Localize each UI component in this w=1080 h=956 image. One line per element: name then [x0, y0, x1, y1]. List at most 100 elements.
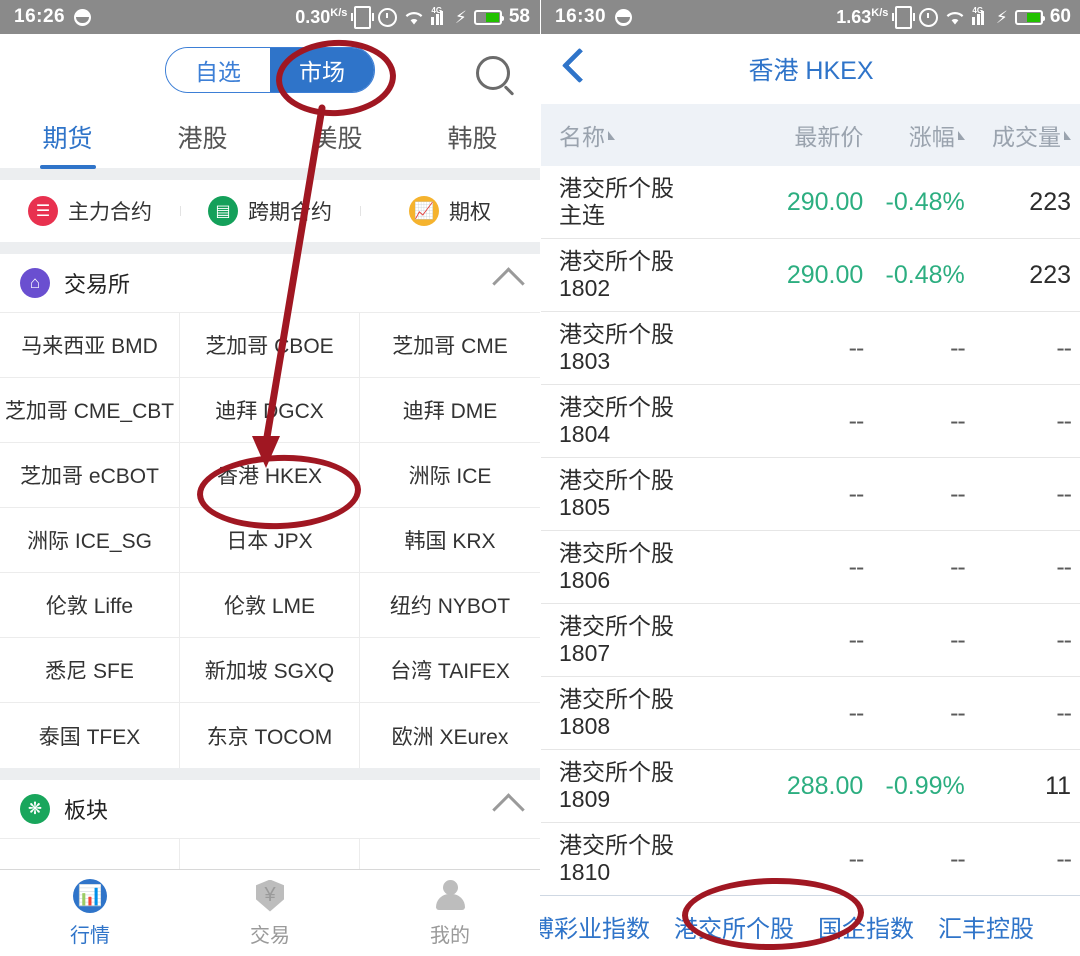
row-name: 港交所个股 1809	[559, 758, 674, 812]
table-row[interactable]: 港交所个股 1808 -- -- --	[541, 677, 1080, 750]
exchange-cell[interactable]: 洲际 ICE	[360, 443, 540, 508]
quick-actions-row: ☰ 主力合约 ▤ 跨期合约 📈 期权	[0, 180, 540, 242]
exchange-cell[interactable]: 洲际 ICE_SG	[0, 508, 180, 573]
row-price: --	[848, 479, 865, 508]
bottom-tab-trade[interactable]: ¥ 交易	[180, 870, 360, 956]
exchange-cell[interactable]: 泰国 TFEX	[0, 703, 180, 768]
battery-icon	[1014, 9, 1045, 25]
row-price: 290.00	[786, 187, 864, 216]
exchange-cell[interactable]: 日本 JPX	[180, 508, 360, 573]
sort-arrow-icon	[957, 130, 965, 140]
table-row[interactable]: 港交所个股 主连 290.00 -0.48% 223	[541, 166, 1080, 239]
exchange-cell[interactable]: 东京 TOCOM	[180, 703, 360, 768]
network-speed: 1.63K/s	[836, 6, 889, 27]
exchange-cell[interactable]: 悉尼 SFE	[0, 638, 180, 703]
quick-action-main-contract[interactable]: ☰ 主力合约	[0, 196, 180, 226]
table-row[interactable]: 港交所个股 1810 -- -- --	[541, 823, 1080, 896]
card-icon: ▤	[208, 196, 238, 226]
exchange-cell[interactable]: 迪拜 DGCX	[180, 378, 360, 443]
bottom-tab-hsbc[interactable]: 汇丰控股	[926, 909, 1046, 944]
table-row[interactable]: 港交所个股 1802 290.00 -0.48% 223	[541, 239, 1080, 312]
board-section-title: 板块	[64, 798, 109, 823]
bottom-tab-label: 行情	[70, 924, 110, 947]
left-status-bar: 16:26 0.30K/s 4G ⚡ 58	[0, 0, 540, 34]
tab-futures[interactable]: 期货	[0, 119, 135, 155]
row-change: --	[950, 698, 966, 727]
column-header-price[interactable]: 最新价	[733, 118, 863, 152]
watchlist-market-segment[interactable]: 自选 市场	[165, 47, 375, 93]
segment-market[interactable]: 市场	[270, 48, 374, 92]
bottom-tab-hkex-stocks[interactable]: 港交所个股	[662, 909, 806, 944]
board-section-header[interactable]: ❋ 板块	[0, 780, 540, 838]
back-chevron-icon[interactable]	[561, 47, 598, 84]
left-phone-screen: 16:26 0.30K/s 4G ⚡ 58 自选 市场 期货 港股 美股 韩股 …	[0, 0, 540, 956]
quick-action-label: 期权	[449, 201, 491, 224]
right-phone-screen: 16:30 1.63K/s 4G ⚡ 60 香港 HKEX 名称 最新价 涨幅 …	[540, 0, 1080, 956]
chevron-up-icon[interactable]	[492, 792, 525, 826]
tab-us-stocks[interactable]: 美股	[270, 119, 405, 155]
status-time: 16:30	[555, 6, 607, 27]
exchange-cell[interactable]: 欧洲 XEurex	[360, 703, 540, 768]
bottom-tab-label: 我的	[430, 924, 470, 947]
house-icon: ⌂	[20, 268, 50, 298]
exchange-cell[interactable]: 芝加哥 eCBOT	[0, 443, 180, 508]
table-row[interactable]: 港交所个股 1807 -- -- --	[541, 604, 1080, 677]
exchange-cell[interactable]: 马来西亚 BMD	[0, 313, 180, 378]
table-row[interactable]: 港交所个股 1804 -- -- --	[541, 385, 1080, 458]
charging-bolt-icon: ⚡	[454, 7, 467, 27]
table-row[interactable]: 港交所个股 1803 -- -- --	[541, 312, 1080, 385]
charging-bolt-icon: ⚡	[995, 7, 1008, 27]
battery-icon	[473, 9, 504, 25]
exchange-cell[interactable]: 纽约 NYBOT	[360, 573, 540, 638]
exchange-cell[interactable]: 韩国 KRX	[360, 508, 540, 573]
table-row[interactable]: 港交所个股 1809 288.00 -0.99% 11	[541, 750, 1080, 823]
exchange-grid: 马来西亚 BMD 芝加哥 CBOE 芝加哥 CME 芝加哥 CME_CBT 迪拜…	[0, 312, 540, 768]
search-icon[interactable]	[476, 56, 510, 90]
exchange-cell[interactable]: 伦敦 LME	[180, 573, 360, 638]
exchange-cell[interactable]: 迪拜 DME	[360, 378, 540, 443]
bottom-tab-hsi-index[interactable]: 国企指数	[806, 909, 926, 944]
tab-kr-stocks[interactable]: 韩股	[405, 119, 540, 155]
segment-watchlist[interactable]: 自选	[166, 48, 270, 92]
column-header-volume[interactable]: 成交量	[965, 118, 1080, 152]
quick-action-calendar-spread[interactable]: ▤ 跨期合约	[180, 196, 360, 226]
row-volume: --	[1056, 625, 1072, 654]
bottom-tab-gaming-index[interactable]: 博彩业指数	[540, 909, 662, 944]
chevron-up-icon[interactable]	[492, 266, 525, 300]
exchange-cell[interactable]: 芝加哥 CME_CBT	[0, 378, 180, 443]
row-volume: --	[1056, 333, 1072, 362]
quick-action-options[interactable]: 📈 期权	[360, 196, 540, 226]
wifi-icon	[945, 10, 965, 25]
column-header-change[interactable]: 涨幅	[863, 118, 965, 152]
left-bottom-tab-bar[interactable]: 📊 行情 ¥ 交易 我的	[0, 869, 540, 956]
row-name: 港交所个股 主连	[559, 174, 674, 228]
row-price: --	[848, 552, 865, 581]
exchange-cell[interactable]: 芝加哥 CME	[360, 313, 540, 378]
row-change: --	[950, 844, 966, 873]
divider-3	[0, 768, 540, 780]
wifi-icon	[404, 10, 424, 25]
exchange-cell[interactable]: 芝加哥 CBOE	[180, 313, 360, 378]
left-app-header: 自选 市场	[0, 34, 540, 106]
alarm-icon	[919, 7, 939, 27]
exchange-cell[interactable]: 台湾 TAIFEX	[360, 638, 540, 703]
right-bottom-tab-bar[interactable]: 博彩业指数 港交所个股 国企指数 汇丰控股	[540, 895, 1080, 956]
exchange-cell[interactable]: 新加坡 SGXQ	[180, 638, 360, 703]
row-price: 290.00	[786, 260, 864, 289]
market-category-tabs[interactable]: 期货 港股 美股 韩股	[0, 106, 540, 168]
table-row[interactable]: 港交所个股 1805 -- -- --	[541, 458, 1080, 531]
row-price: --	[848, 844, 865, 873]
smiley-face-icon	[74, 8, 92, 26]
exchange-section-header[interactable]: ⌂ 交易所	[0, 254, 540, 312]
exchange-cell-hkex[interactable]: 香港 HKEX	[180, 443, 360, 508]
bottom-tab-profile[interactable]: 我的	[360, 870, 540, 956]
exchange-cell[interactable]: 伦敦 Liffe	[0, 573, 180, 638]
right-app-header: 香港 HKEX	[541, 34, 1080, 104]
table-row[interactable]: 港交所个股 1806 -- -- --	[541, 531, 1080, 604]
column-header-name[interactable]: 名称	[541, 118, 733, 152]
row-volume: --	[1056, 479, 1072, 508]
row-volume: 223	[1029, 187, 1072, 216]
bottom-tab-quotes[interactable]: 📊 行情	[0, 870, 180, 956]
row-volume: --	[1056, 698, 1072, 727]
tab-hk-stocks[interactable]: 港股	[135, 119, 270, 155]
